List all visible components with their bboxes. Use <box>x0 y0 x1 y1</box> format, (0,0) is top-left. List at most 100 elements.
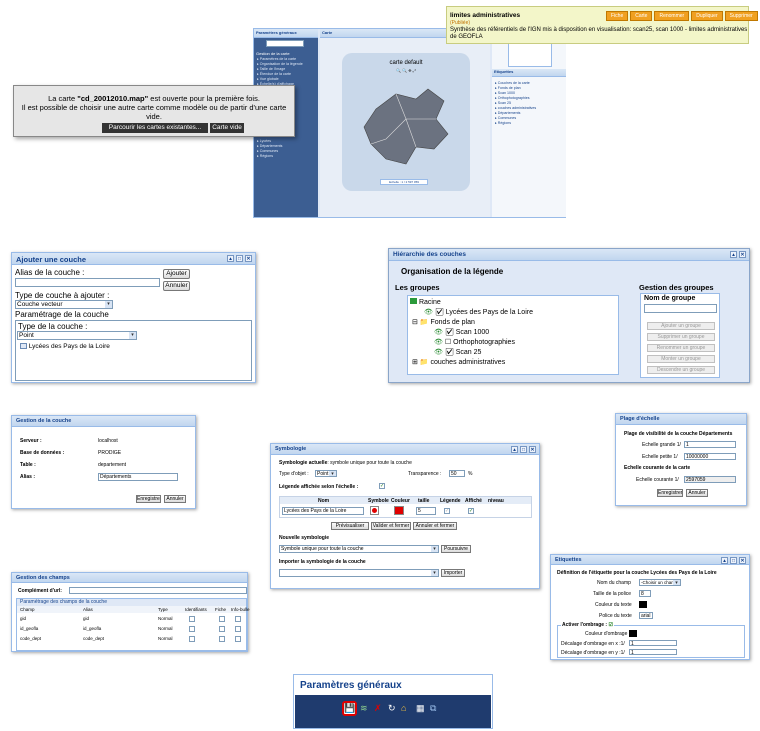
checkbox-icon[interactable]: ☑ <box>435 309 444 316</box>
browse-maps-button[interactable]: Parcourir les cartes existantes... <box>102 123 208 133</box>
text-color-swatch[interactable] <box>639 601 647 608</box>
font-size-input[interactable]: 8 <box>639 590 651 597</box>
refresh-icon[interactable]: ↻ <box>388 703 396 714</box>
symbol-swatch[interactable] <box>370 506 379 515</box>
metadata-dupliquer-button[interactable]: Dupliquer <box>691 11 723 21</box>
size-input[interactable]: 5 <box>416 507 436 515</box>
url-input[interactable] <box>69 587 247 594</box>
legend-scale-checkbox[interactable]: ✓ <box>379 483 385 489</box>
layers-icon[interactable]: ≋ <box>360 703 368 714</box>
map-canvas[interactable]: carte default 🔍 🔍 ✥ ⤢ Echelle : 1 / 2 59… <box>342 53 470 191</box>
alias-input[interactable] <box>15 278 160 287</box>
copy-icon[interactable]: ⧉ <box>430 703 436 714</box>
group-action-button[interactable]: Descendre un groupe <box>647 366 715 374</box>
layer-type-select[interactable]: Couche vecteur <box>15 300 113 309</box>
params-label: Paramétrage de la couche <box>15 310 109 319</box>
close-icon[interactable]: ✕ <box>739 557 746 564</box>
save-map-icon[interactable]: 💾 <box>342 701 357 716</box>
tree-node[interactable]: 👁 ☑ Scan 25 <box>434 348 481 356</box>
tree-node[interactable]: ⊟ 📁 Fonds de plan <box>412 318 475 326</box>
small-scale-input[interactable]: 10000000 <box>684 453 736 460</box>
tree-root[interactable]: Racine <box>410 298 441 306</box>
group-action-button[interactable]: Renommer un groupe <box>647 344 715 352</box>
metadata-renommer-button[interactable]: Renommer <box>654 11 690 21</box>
save-button[interactable]: Enregistrer <box>657 489 683 497</box>
object-type-select[interactable]: Point <box>315 470 337 477</box>
fields-checkbox[interactable] <box>219 626 225 632</box>
fields-checkbox[interactable] <box>219 616 225 622</box>
geom-type-select[interactable]: Point <box>17 331 137 340</box>
fields-checkbox[interactable] <box>189 626 195 632</box>
layer-node[interactable]: Lycées des Pays de la Loire <box>20 343 110 350</box>
close-icon[interactable]: ✕ <box>739 251 746 258</box>
cancel-button[interactable]: Annuler <box>164 495 186 503</box>
collapse-icon[interactable]: ▴ <box>721 557 728 564</box>
fields-checkbox[interactable] <box>235 626 241 632</box>
close-icon[interactable]: ✕ <box>245 255 252 262</box>
tree-node[interactable]: 👁 ☑ Scan 1000 <box>434 328 489 336</box>
add-button[interactable]: Ajouter <box>163 269 190 279</box>
font-input[interactable]: arial <box>639 612 653 619</box>
metadata-carte-button[interactable]: Carte <box>630 11 653 21</box>
left-items-lower-entry[interactable]: ▸ Régions <box>257 154 315 159</box>
field-name-select[interactable]: -Choisir un champ- <box>639 579 681 586</box>
checkbox-icon[interactable]: ☑ <box>445 329 454 336</box>
empty-map-button[interactable]: Carte vide <box>210 123 244 133</box>
metadata-supprimer-button[interactable]: Supprimer <box>724 11 758 21</box>
right-tree-entry[interactable]: ▸ Régions <box>495 121 565 126</box>
import-layer-select[interactable] <box>279 569 439 577</box>
maximize-icon[interactable]: □ <box>236 255 243 262</box>
tree-node[interactable]: 👁 ☐ Orthophotographies <box>434 338 515 346</box>
calendar-icon[interactable]: ▦ <box>416 703 425 714</box>
home-icon[interactable]: ⌂ <box>401 703 406 713</box>
fields-checkbox[interactable] <box>189 636 195 642</box>
offset-y-label: Décalage d'ombrage en y :1/ <box>561 650 625 656</box>
fields-checkbox[interactable] <box>219 636 225 642</box>
metadata-fiche-button[interactable]: Fiche <box>606 11 629 21</box>
cancel-button[interactable]: Annuler <box>163 281 190 291</box>
transparency-input[interactable]: 50 <box>449 470 465 477</box>
alias-input[interactable]: Départements <box>98 473 178 481</box>
cancel-close-button[interactable]: Annuler et fermer <box>413 522 457 530</box>
new-symbology-select[interactable]: Symbole unique pour toute la couche <box>279 545 439 553</box>
maximize-icon[interactable]: □ <box>520 446 527 453</box>
cancel-button[interactable]: Annuler <box>686 489 708 497</box>
import-button[interactable]: Importer <box>441 569 465 577</box>
validate-button[interactable]: Valider et fermer <box>371 522 411 530</box>
left-items-lower: ▸ Lycées ▸ Départements ▸ Communes ▸ Région… <box>257 139 315 159</box>
close-icon[interactable]: ✕ <box>529 446 536 453</box>
minus-icon[interactable]: ⊟ <box>412 319 418 326</box>
color-swatch[interactable] <box>394 506 404 515</box>
shadow-checkbox[interactable]: ☑ <box>608 622 612 628</box>
group-action-button[interactable]: Supprimer un groupe <box>647 333 715 341</box>
preview-button[interactable]: Prévisualiser <box>331 522 369 530</box>
big-scale-input[interactable]: 1 <box>684 441 736 448</box>
continue-button[interactable]: Poursuivre <box>441 545 471 553</box>
no-layers-icon[interactable]: ✗ <box>374 703 382 714</box>
plus-icon[interactable]: ⊞ <box>412 359 418 366</box>
server-label: Serveur : <box>20 438 42 444</box>
save-button[interactable]: Enregistrer <box>136 495 161 503</box>
checkbox-icon[interactable]: ☐ <box>445 339 451 346</box>
legend-checkbox[interactable]: ✓ <box>444 508 450 514</box>
maximize-icon[interactable]: □ <box>730 557 737 564</box>
row-name-input[interactable]: Lycées des Pays de la Loire <box>282 507 364 515</box>
group-action-button[interactable]: Ajouter un groupe <box>647 322 715 330</box>
checkbox-icon[interactable]: ☑ <box>445 349 454 356</box>
tree-node[interactable]: ⊞ 📁 couches administratives <box>412 358 505 366</box>
offset-y-input[interactable]: 1 <box>629 649 677 655</box>
collapse-icon[interactable]: ▴ <box>730 251 737 258</box>
collapse-icon[interactable]: ▴ <box>227 255 234 262</box>
big-scale-label: Echelle grande 1/ <box>642 442 681 448</box>
collapse-icon[interactable]: ▴ <box>511 446 518 453</box>
displayed-checkbox[interactable]: ✓ <box>468 508 474 514</box>
fields-section-title: Paramétrage des champs de la couche <box>17 599 246 606</box>
group-action-button[interactable]: Monter un groupe <box>647 355 715 363</box>
offset-x-input[interactable]: 1 <box>629 640 677 646</box>
group-name-input[interactable] <box>644 304 717 313</box>
fields-checkbox[interactable] <box>235 616 241 622</box>
fields-checkbox[interactable] <box>189 616 195 622</box>
fields-checkbox[interactable] <box>235 636 241 642</box>
tree-node[interactable]: 👁 ☑ Lycées des Pays de la Loire <box>424 308 533 316</box>
shadow-color-swatch[interactable] <box>629 630 637 637</box>
